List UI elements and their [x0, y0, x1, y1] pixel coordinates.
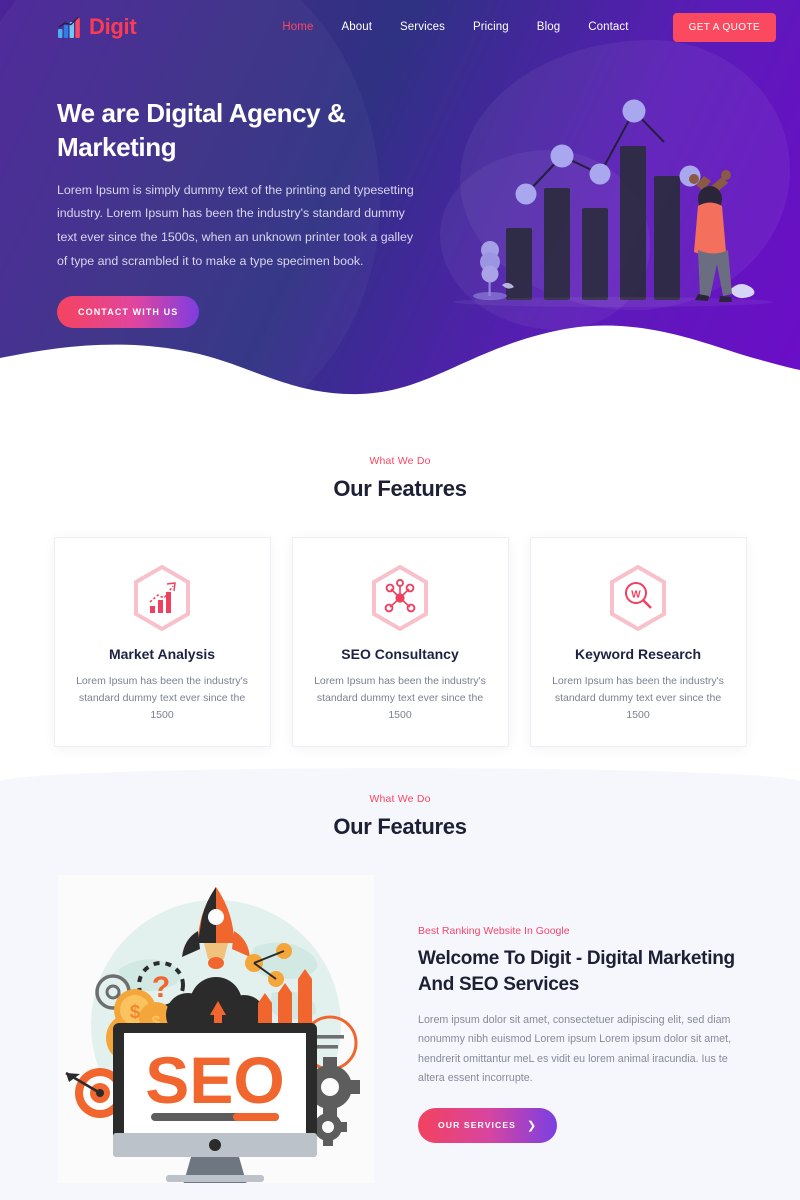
nav-link-home[interactable]: Home [282, 21, 313, 33]
icon-wrap [75, 564, 250, 632]
features-1-title: Our Features [333, 476, 467, 501]
hero-content: We are Digital Agency & Marketing Lorem … [57, 96, 417, 328]
get-a-quote-button[interactable]: GET A QUOTE [672, 12, 777, 42]
landing-page: Digit Home About Services Pricing Blog C… [0, 0, 800, 1200]
feature-card-seo-consultancy[interactable]: SEO Consultancy Lorem Ipsum has been the… [291, 537, 509, 747]
features-section-1: What We Do Our Features Market Analysis … [0, 455, 800, 747]
features-section-2: What We Do Our Features ? $ $ SEO Best R… [0, 768, 800, 1200]
nav-link-about[interactable]: About [341, 21, 372, 33]
svg-text:W: W [631, 590, 641, 601]
chevron-right-icon: ❯ [527, 1119, 538, 1132]
seo-illustration: ? $ $ $ [58, 875, 374, 1183]
features-2-text: Best Ranking Website In Google Welcome T… [418, 875, 742, 1143]
hero-title: We are Digital Agency & Marketing [57, 98, 346, 163]
logo-text: Digit [89, 14, 137, 39]
icon-wrap: W [551, 564, 726, 632]
feature-card-desc: Lorem Ipsum has been the industry's stan… [552, 675, 724, 721]
nav-link-pricing[interactable]: Pricing [473, 21, 509, 33]
svg-text:?: ? [152, 971, 170, 1004]
nav-links: Home About Services Pricing Blog Contact [282, 21, 628, 33]
feature-card-title: Keyword Research [574, 646, 702, 662]
seo-monitor-rocket-illustration: ? $ $ $ [58, 875, 374, 1183]
nav-link-blog[interactable]: Blog [537, 21, 560, 33]
hero-description: Lorem Ipsum is simply dummy text of the … [57, 182, 414, 269]
svg-text:SEO: SEO [145, 1043, 284, 1117]
feature-card-title: Market Analysis [108, 646, 216, 662]
features-2-kicker: What We Do [369, 793, 431, 805]
growth-chart-person-illustration [453, 99, 773, 307]
features-2-heading: Welcome To Digit - Digital Marketing And… [418, 948, 735, 996]
magnifier-w-icon: W [610, 564, 666, 632]
bar-chart-arrow-icon [134, 564, 190, 632]
nav-link-services[interactable]: Services [400, 21, 445, 33]
our-services-label: OUR SERVICES [438, 1120, 516, 1131]
bar-chart-icon [58, 17, 80, 38]
feature-card-desc: Lorem Ipsum has been the industry's stan… [314, 675, 486, 721]
feature-card-market-analysis[interactable]: Market Analysis Lorem Ipsum has been the… [53, 537, 271, 747]
icon-wrap [313, 564, 488, 632]
features-2-header: What We Do Our Features [0, 768, 800, 840]
contact-with-us-button[interactable]: CONTACT WITH US [57, 295, 200, 328]
feature-card-title: SEO Consultancy [341, 646, 459, 662]
person-figure [689, 170, 732, 302]
feature-cards: Market Analysis Lorem Ipsum has been the… [0, 537, 800, 747]
feature-card-keyword-research[interactable]: W Keyword Research Lorem Ipsum has been … [529, 537, 747, 747]
network-nodes-icon [372, 564, 428, 632]
feature-card-desc: Lorem Ipsum has been the industry's stan… [76, 675, 248, 721]
our-services-button[interactable]: OUR SERVICES ❯ [418, 1107, 558, 1143]
features-2-sub-kicker: Best Ranking Website In Google [418, 925, 570, 937]
features-2-title: Our Features [333, 814, 467, 839]
features-2-description: Lorem ipsum dolor sit amet, consectetuer… [418, 1014, 732, 1084]
hero-section: Digit Home About Services Pricing Blog C… [0, 0, 800, 420]
logo[interactable]: Digit [58, 14, 137, 40]
features-2-body: ? $ $ $ [0, 840, 800, 1183]
nav-link-contact[interactable]: Contact [588, 21, 628, 33]
main-navigation: Digit Home About Services Pricing Blog C… [0, 0, 800, 54]
features-1-kicker: What We Do [369, 455, 431, 467]
